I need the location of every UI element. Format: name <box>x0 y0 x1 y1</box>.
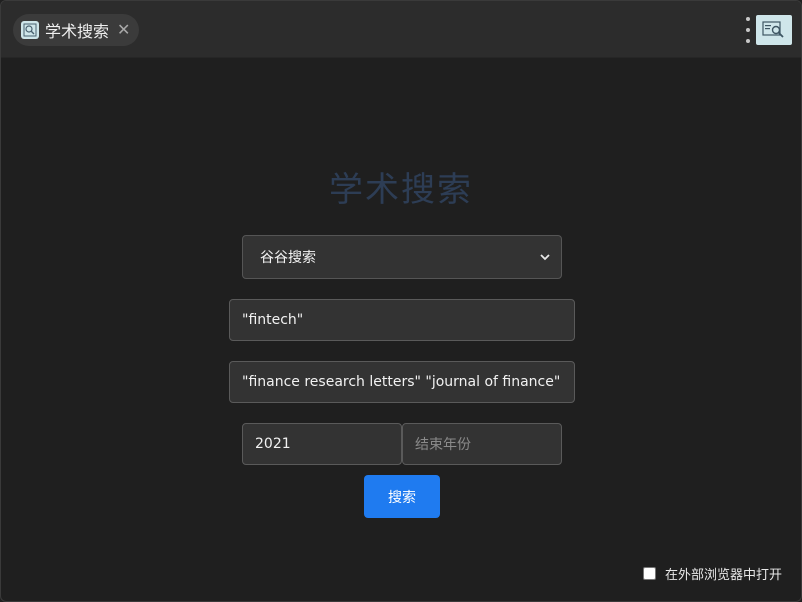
close-icon[interactable]: ✕ <box>117 22 130 38</box>
app-search-doc-icon[interactable] <box>756 15 792 45</box>
main-content: 学术搜索 谷谷搜索 "fintech" "finance research le… <box>1 58 801 601</box>
journal-input[interactable]: "finance research letters" "journal of f… <box>229 361 575 403</box>
open-external-label: 在外部浏览器中打开 <box>665 567 783 583</box>
kebab-menu-icon[interactable] <box>742 17 754 43</box>
page-title: 学术搜索 <box>329 170 473 210</box>
search-engine-select[interactable]: 谷谷搜索 <box>242 235 562 279</box>
app-window: 学术搜索 ✕ 学术搜索 谷谷搜索 "fintech" "finance rese <box>0 0 802 602</box>
search-engine-value: 谷谷搜索 <box>260 250 316 266</box>
tab-academic-search[interactable]: 学术搜索 ✕ <box>13 14 139 46</box>
open-external-checkbox[interactable] <box>643 566 656 580</box>
end-year-input[interactable]: 结束年份 <box>402 423 562 465</box>
title-bar: 学术搜索 ✕ <box>1 1 801 58</box>
keyword-input[interactable]: "fintech" <box>229 299 575 341</box>
chevron-down-icon <box>540 254 550 261</box>
start-year-input[interactable]: 2021 <box>242 423 402 465</box>
open-external-option: 在外部浏览器中打开 <box>643 565 783 583</box>
tab-title: 学术搜索 <box>45 22 110 41</box>
search-button[interactable]: 搜索 <box>364 475 440 518</box>
search-doc-icon <box>21 21 39 39</box>
